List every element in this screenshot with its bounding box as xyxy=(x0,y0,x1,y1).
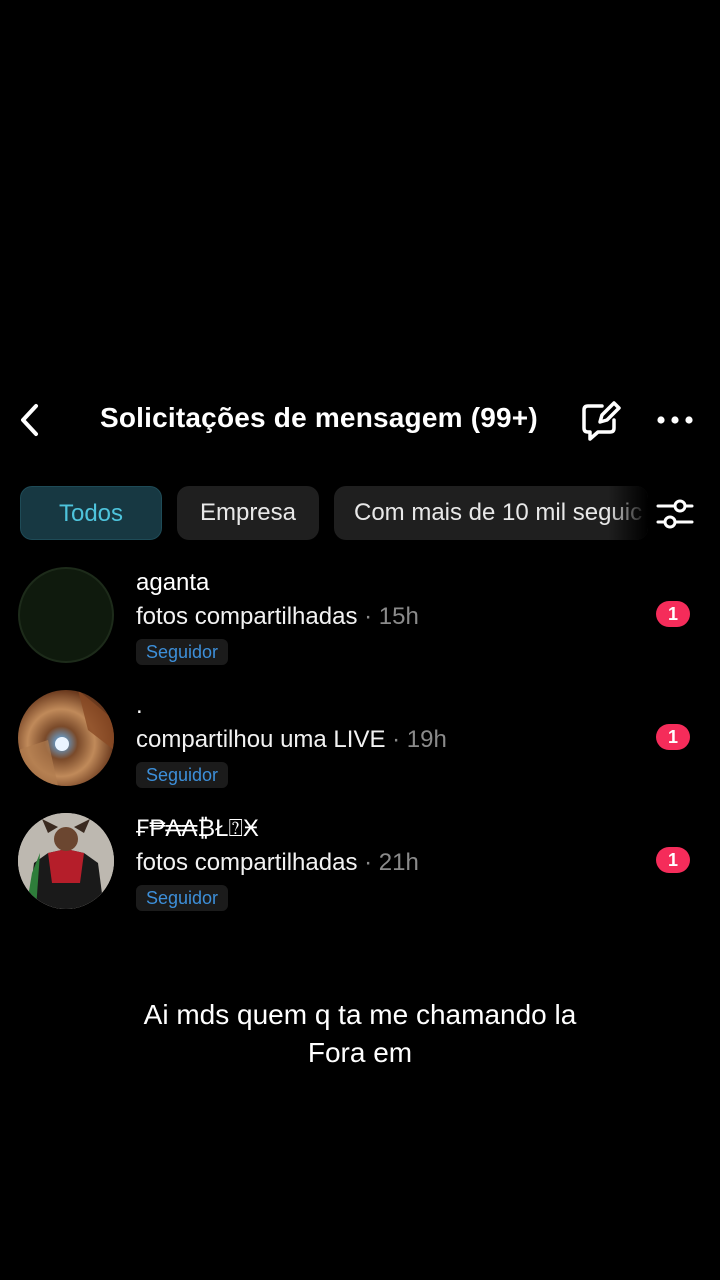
message-time: · 21h xyxy=(357,849,419,876)
unread-count-badge: 1 xyxy=(656,724,690,750)
tab-empresa[interactable]: Empresa xyxy=(177,486,319,540)
new-message-button[interactable] xyxy=(578,398,624,442)
filter-tabs: Todos Empresa Com mais de 10 mil seguic xyxy=(0,486,720,540)
tab-fade xyxy=(608,486,648,540)
page-title: Solicitações de mensagem (99+) xyxy=(100,402,538,433)
caption-line: Fora em xyxy=(307,1037,413,1068)
more-horizontal-icon xyxy=(657,416,693,424)
sender-name: . xyxy=(136,692,143,719)
unread-count-badge: 1 xyxy=(656,847,690,873)
avatar-image xyxy=(18,690,114,786)
avatar-image xyxy=(18,813,114,909)
tab-todos[interactable]: Todos xyxy=(20,486,162,540)
message-preview: fotos compartilhadas · 15h xyxy=(136,603,419,631)
back-button[interactable] xyxy=(14,400,50,440)
message-text: fotos compartilhadas xyxy=(136,603,358,630)
follower-badge: Seguidor xyxy=(136,885,229,911)
message-text: compartilhou uma LIVE xyxy=(136,726,386,753)
chevron-left-icon xyxy=(21,404,38,436)
request-row[interactable]: ₣₱₳₳₿Ł⍰Ӿ fotos compartilhadas · 21h Segu… xyxy=(0,813,720,923)
request-row[interactable]: . compartilhou uma LIVE · 19h Seguidor 1 xyxy=(0,690,720,800)
tab-com-mais-de-10-mil-seguidores[interactable]: Com mais de 10 mil seguic xyxy=(334,486,648,540)
avatar xyxy=(18,813,114,909)
message-preview: fotos compartilhadas · 21h xyxy=(136,849,419,877)
message-time: · 15h xyxy=(357,603,419,630)
message-preview: compartilhou uma LIVE · 19h xyxy=(136,726,447,754)
message-text: fotos compartilhadas xyxy=(136,849,358,876)
header: Solicitações de mensagem (99+) xyxy=(0,392,720,448)
tab-label: Com mais de 10 mil seguic xyxy=(354,499,643,526)
follower-badge: Seguidor xyxy=(136,762,229,788)
unread-count-badge: 1 xyxy=(656,601,690,627)
avatar xyxy=(18,567,114,663)
message-time: · 19h xyxy=(385,726,447,753)
request-row[interactable]: aganta fotos compartilhadas · 15h Seguid… xyxy=(0,567,720,677)
caption-line: Ai mds quem q ta me chamando la xyxy=(143,999,577,1030)
sender-name: ₣₱₳₳₿Ł⍰Ӿ xyxy=(136,815,259,842)
filter-button[interactable] xyxy=(652,494,698,534)
video-caption: Ai mds quem q ta me chamando la Fora em xyxy=(0,996,720,1072)
chat-edit-icon xyxy=(582,401,621,441)
avatar xyxy=(18,690,114,786)
more-button[interactable] xyxy=(652,402,698,438)
sender-name: aganta xyxy=(136,569,210,596)
follower-badge: Seguidor xyxy=(136,639,229,665)
sliders-icon xyxy=(656,499,694,529)
